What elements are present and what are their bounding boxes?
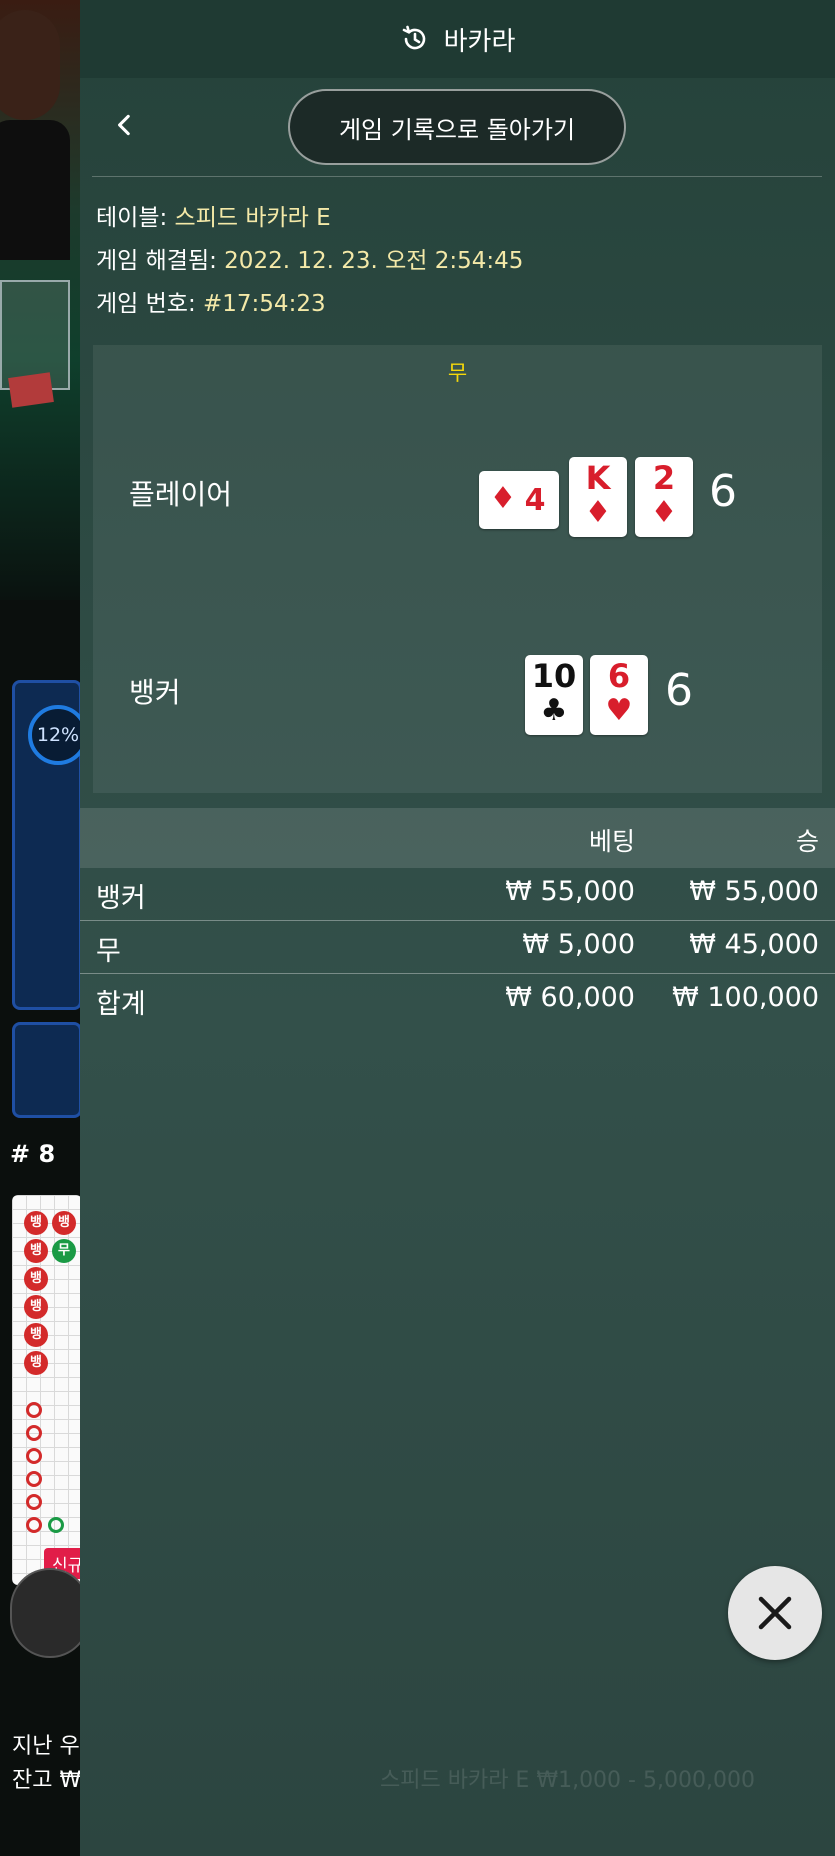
player-label: 플레이어 <box>129 478 233 511</box>
dealer-figure <box>0 10 60 120</box>
resolved-value: 2022. 12. 23. 오전 2:54:45 <box>224 248 524 274</box>
banker-card-1: 10 ♣ <box>525 655 583 735</box>
big-road-mark <box>26 1471 42 1487</box>
bead-banker: 뱅 <box>24 1295 48 1319</box>
table-value: 스피드 바카라 E <box>174 205 331 231</box>
table-limits-text: 스피드 바카라 E ₩1,000 - 5,000,000 <box>380 1768 755 1793</box>
banker-label: 뱅커 <box>129 676 181 709</box>
table-row-total: 합계 ₩ 60,000 ₩ 100,000 <box>80 974 835 1026</box>
big-road-mark <box>26 1425 42 1441</box>
screen: 12% # 8 뱅 뱅 뱅 무 뱅 뱅 뱅 뱅 신규 지난 우승 ₩100,00… <box>0 0 835 1856</box>
player-card-3: 2 ♦ <box>635 457 693 537</box>
panel-header: 바카라 <box>80 0 835 78</box>
card-rank: K <box>585 459 611 497</box>
bet-type: 합계 <box>96 989 146 1020</box>
chip-stack-button[interactable] <box>10 1568 90 1658</box>
bet-amount: ₩ 60,000 <box>505 982 635 1013</box>
back-to-history-button[interactable]: 게임 기록으로 돌아가기 <box>288 89 626 165</box>
resolved-key: 게임 해결됨: <box>96 248 225 274</box>
card-rank: 4 <box>524 483 546 518</box>
big-road-tie-mark <box>48 1517 64 1533</box>
bead-banker: 뱅 <box>24 1239 48 1263</box>
card-rank: 6 <box>607 657 631 695</box>
countdown-timer: 12% <box>28 705 88 765</box>
game-number-value: #17:54:23 <box>203 291 326 317</box>
banker-total: 6 <box>665 665 693 716</box>
player-card-1: 4 ♦ <box>479 471 559 529</box>
table-row: 무 ₩ 5,000 ₩ 45,000 <box>80 921 835 973</box>
banker-card-2: 6 ♥ <box>590 655 648 735</box>
card-suit: ♣ <box>540 693 568 728</box>
bets-table-header: 베팅 승 <box>80 808 835 868</box>
dealer-body <box>0 120 70 260</box>
win-amount: ₩ 45,000 <box>689 929 819 960</box>
back-button[interactable] <box>100 100 150 150</box>
divider <box>92 176 822 177</box>
table-key: 테이블: <box>96 205 175 231</box>
close-icon <box>758 1596 792 1630</box>
game-number-key: 게임 번호: <box>96 291 204 317</box>
bet-type: 무 <box>96 936 121 967</box>
bet-amount: ₩ 55,000 <box>505 876 635 907</box>
player-total: 6 <box>709 466 737 517</box>
betting-spot-secondary <box>12 1022 82 1118</box>
scoreboard-road: 뱅 뱅 뱅 무 뱅 뱅 뱅 뱅 <box>12 1195 82 1585</box>
big-road-mark <box>26 1517 42 1533</box>
player-card-2: K ♦ <box>569 457 627 537</box>
live-video-background <box>0 0 80 600</box>
bead-banker: 뱅 <box>24 1267 48 1291</box>
card-suit: ♥ <box>605 693 633 728</box>
bead-tie: 무 <box>52 1239 76 1263</box>
close-button[interactable] <box>728 1566 822 1660</box>
chevron-left-icon <box>118 114 130 136</box>
bead-banker: 뱅 <box>24 1211 48 1235</box>
bead-banker: 뱅 <box>24 1351 48 1375</box>
game-history-panel: 바카라 게임 기록으로 돌아가기 테이블: 스피드 바카라 E 게임 해결됨: … <box>80 0 835 1856</box>
card-suit: ♦ <box>584 495 612 530</box>
card-rank: 2 <box>652 459 676 497</box>
bet-amount: ₩ 5,000 <box>522 929 635 960</box>
big-road-mark <box>26 1402 42 1418</box>
bead-banker: 뱅 <box>52 1211 76 1235</box>
back-to-history-label: 게임 기록으로 돌아가기 <box>338 115 576 144</box>
table-row: 뱅커 ₩ 55,000 ₩ 55,000 <box>80 868 835 920</box>
dealt-card <box>8 372 54 408</box>
outcome-label: 무 <box>447 361 468 385</box>
game-number-info: 게임 번호: #17:54:23 <box>96 284 326 318</box>
win-amount: ₩ 100,000 <box>672 982 819 1013</box>
history-icon <box>400 24 430 54</box>
round-number: # 8 <box>10 1140 56 1168</box>
win-amount: ₩ 55,000 <box>689 876 819 907</box>
big-road-mark <box>26 1494 42 1510</box>
big-road-mark <box>26 1448 42 1464</box>
win-column-header: 승 <box>795 827 819 856</box>
bet-type: 뱅커 <box>96 883 146 914</box>
card-rank: 10 <box>531 657 577 695</box>
bead-banker: 뱅 <box>24 1323 48 1347</box>
card-suit: ♦ <box>489 481 517 516</box>
card-suit: ♦ <box>650 495 678 530</box>
resolved-info: 게임 해결됨: 2022. 12. 23. 오전 2:54:45 <box>96 241 523 275</box>
bet-column-header: 베팅 <box>588 827 635 856</box>
result-card: 무 플레이어 4 ♦ K ♦ 2 ♦ 6 뱅커 10 ♣ 6 ♥ 6 <box>93 345 822 793</box>
table-info: 테이블: 스피드 바카라 E <box>96 198 331 232</box>
timer-percent: 12% <box>36 724 80 746</box>
panel-title: 바카라 <box>443 26 516 57</box>
